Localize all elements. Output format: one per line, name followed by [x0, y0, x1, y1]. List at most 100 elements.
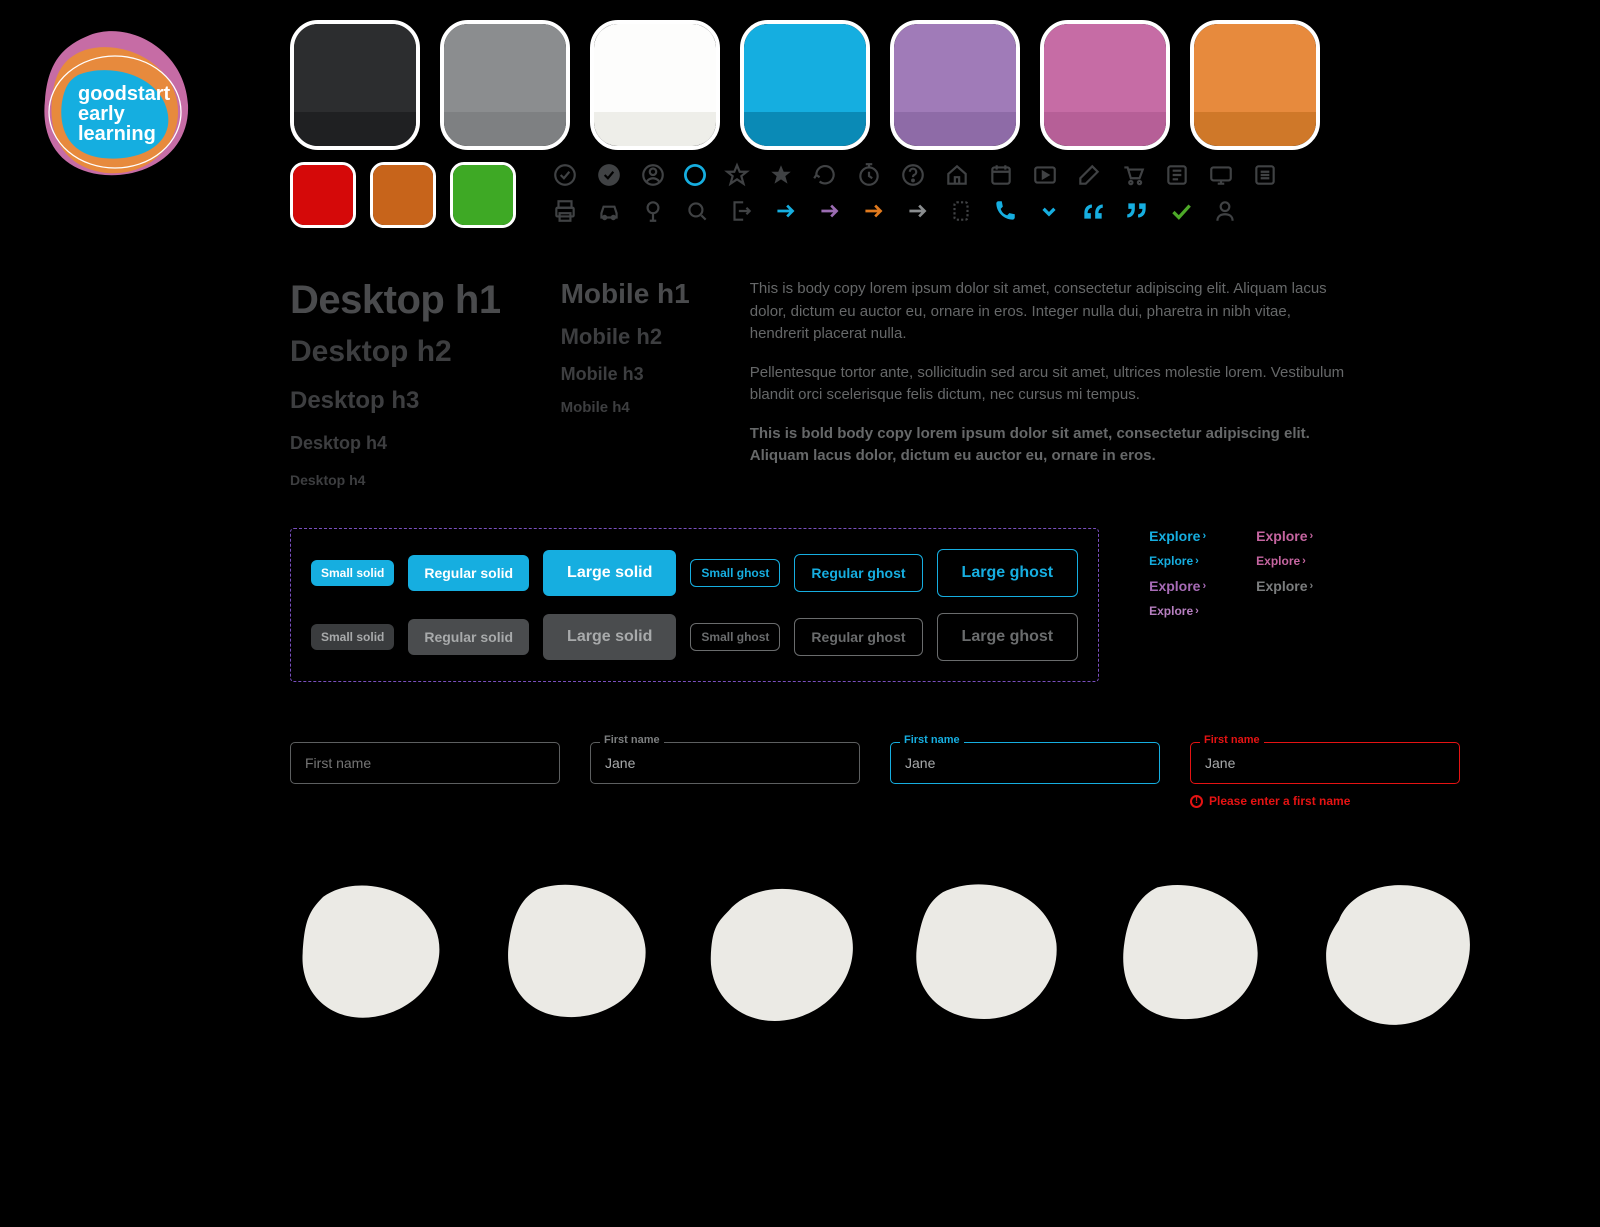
btn-regular-ghost-grey[interactable]: Regular ghost [794, 618, 922, 656]
blob-shape-2 [495, 878, 660, 1028]
arrow-cyan-icon [772, 198, 798, 224]
cart-icon [1120, 162, 1146, 188]
input-error-message: ! Please enter a first name [1190, 794, 1460, 808]
explore-link-cyan-sm[interactable]: Explore› [1149, 554, 1206, 568]
palette-status [290, 162, 516, 228]
check-circle-solid-icon [596, 162, 622, 188]
person-outline-icon [1212, 198, 1238, 224]
btn-large-ghost-cyan[interactable]: Large ghost [937, 549, 1079, 597]
btn-large-ghost-grey[interactable]: Large ghost [937, 613, 1079, 661]
blob-shapes [290, 878, 1570, 1028]
input-focus: First name [890, 742, 1160, 808]
quote-close-cyan-icon [1124, 198, 1150, 224]
question-circle-icon [900, 162, 926, 188]
swatch-red [290, 162, 356, 228]
phone-cyan-icon [992, 198, 1018, 224]
video-icon [1032, 162, 1058, 188]
explore-link-grey[interactable]: Explore › [1256, 578, 1313, 594]
svg-text:early: early [78, 103, 126, 125]
desktop-h5: Desktop h4 [290, 472, 501, 488]
svg-text:goodstart: goodstart [78, 83, 171, 105]
swatch-brown [370, 162, 436, 228]
swatch-grey [440, 20, 570, 150]
list-icon [1252, 162, 1278, 188]
chevron-cyan-icon [1036, 198, 1062, 224]
body-copy-1: This is body copy lorem ipsum dolor sit … [750, 278, 1350, 346]
mobile-h1: Mobile h1 [561, 278, 690, 310]
explore-link-pink[interactable]: Explore › [1256, 528, 1313, 544]
input-label: First name [900, 734, 964, 746]
body-copy-2: Pellentesque tortor ante, sollicitudin s… [750, 362, 1350, 407]
search-icon [684, 198, 710, 224]
brand-logo: goodstart early learning [30, 20, 200, 190]
blob-shape-5 [1110, 878, 1275, 1028]
arrow-grey-icon [904, 198, 930, 224]
arrow-orange-icon [860, 198, 886, 224]
body-copy-bold: This is bold body copy lorem ipsum dolor… [750, 423, 1350, 468]
btn-small-ghost-grey[interactable]: Small ghost [690, 623, 780, 651]
btn-small-solid-grey[interactable]: Small solid [311, 624, 394, 650]
refresh-icon [812, 162, 838, 188]
blob-shape-1 [290, 878, 455, 1028]
first-name-input-focus[interactable] [890, 742, 1160, 784]
btn-small-ghost-cyan[interactable]: Small ghost [690, 559, 780, 587]
mobile-h4: Mobile h4 [561, 399, 690, 416]
btn-regular-solid-grey[interactable]: Regular solid [408, 619, 529, 655]
edit-icon [1076, 162, 1102, 188]
swatch-cyan [740, 20, 870, 150]
desktop-h4: Desktop h4 [290, 433, 501, 454]
input-filled: First name [590, 742, 860, 808]
user-solid-icon [684, 164, 706, 186]
button-specimen-box: Small solid Regular solid Large solid Sm… [290, 528, 1099, 682]
first-name-input-error[interactable] [1190, 742, 1460, 784]
error-icon: ! [1190, 795, 1203, 808]
btn-regular-solid-cyan[interactable]: Regular solid [408, 555, 529, 591]
explore-link-purple[interactable]: Explore › [1149, 578, 1206, 594]
blob-shape-3 [700, 878, 865, 1028]
user-outline-icon [640, 162, 666, 188]
star-solid-icon [768, 162, 794, 188]
icon-row-1 [552, 162, 1570, 188]
desktop-h2: Desktop h2 [290, 335, 501, 369]
marker-icon [948, 198, 974, 224]
explore-link-mauve-sm[interactable]: Explore› [1149, 604, 1206, 618]
input-label: First name [1200, 734, 1264, 746]
swatch-orange [1190, 20, 1320, 150]
explore-link-pink-sm[interactable]: Explore› [1256, 554, 1313, 568]
swatch-green [450, 162, 516, 228]
btn-large-solid-cyan[interactable]: Large solid [543, 550, 676, 596]
print-icon [552, 198, 578, 224]
icon-row-2 [552, 198, 1570, 224]
news-icon [1164, 162, 1190, 188]
screen-icon [1208, 162, 1234, 188]
first-name-input[interactable] [290, 742, 560, 784]
home-icon [944, 162, 970, 188]
calendar-icon [988, 162, 1014, 188]
btn-regular-ghost-cyan[interactable]: Regular ghost [794, 554, 922, 592]
btn-large-solid-grey[interactable]: Large solid [543, 614, 676, 660]
btn-small-solid-cyan[interactable]: Small solid [311, 560, 394, 586]
swatch-charcoal [290, 20, 420, 150]
blob-shape-6 [1315, 878, 1480, 1028]
input-label: First name [600, 734, 664, 746]
swatch-offwhite [590, 20, 720, 150]
input-error: First name ! Please enter a first name [1190, 742, 1460, 808]
mobile-h2: Mobile h2 [561, 324, 690, 350]
tree-icon [640, 198, 666, 224]
logout-icon [728, 198, 754, 224]
clock-icon [856, 162, 882, 188]
swatch-purple [890, 20, 1020, 150]
quote-open-cyan-icon [1080, 198, 1106, 224]
svg-text:learning: learning [78, 123, 156, 145]
desktop-h3: Desktop h3 [290, 387, 501, 415]
explore-link-cyan[interactable]: Explore › [1149, 528, 1206, 544]
first-name-input-filled[interactable] [590, 742, 860, 784]
desktop-h1: Desktop h1 [290, 278, 501, 323]
tick-green-icon [1168, 198, 1194, 224]
swatch-pink [1040, 20, 1170, 150]
input-default [290, 742, 560, 808]
palette-primary [290, 20, 1570, 150]
mobile-h3: Mobile h3 [561, 364, 690, 385]
blob-shape-4 [905, 878, 1070, 1028]
arrow-purple-icon [816, 198, 842, 224]
